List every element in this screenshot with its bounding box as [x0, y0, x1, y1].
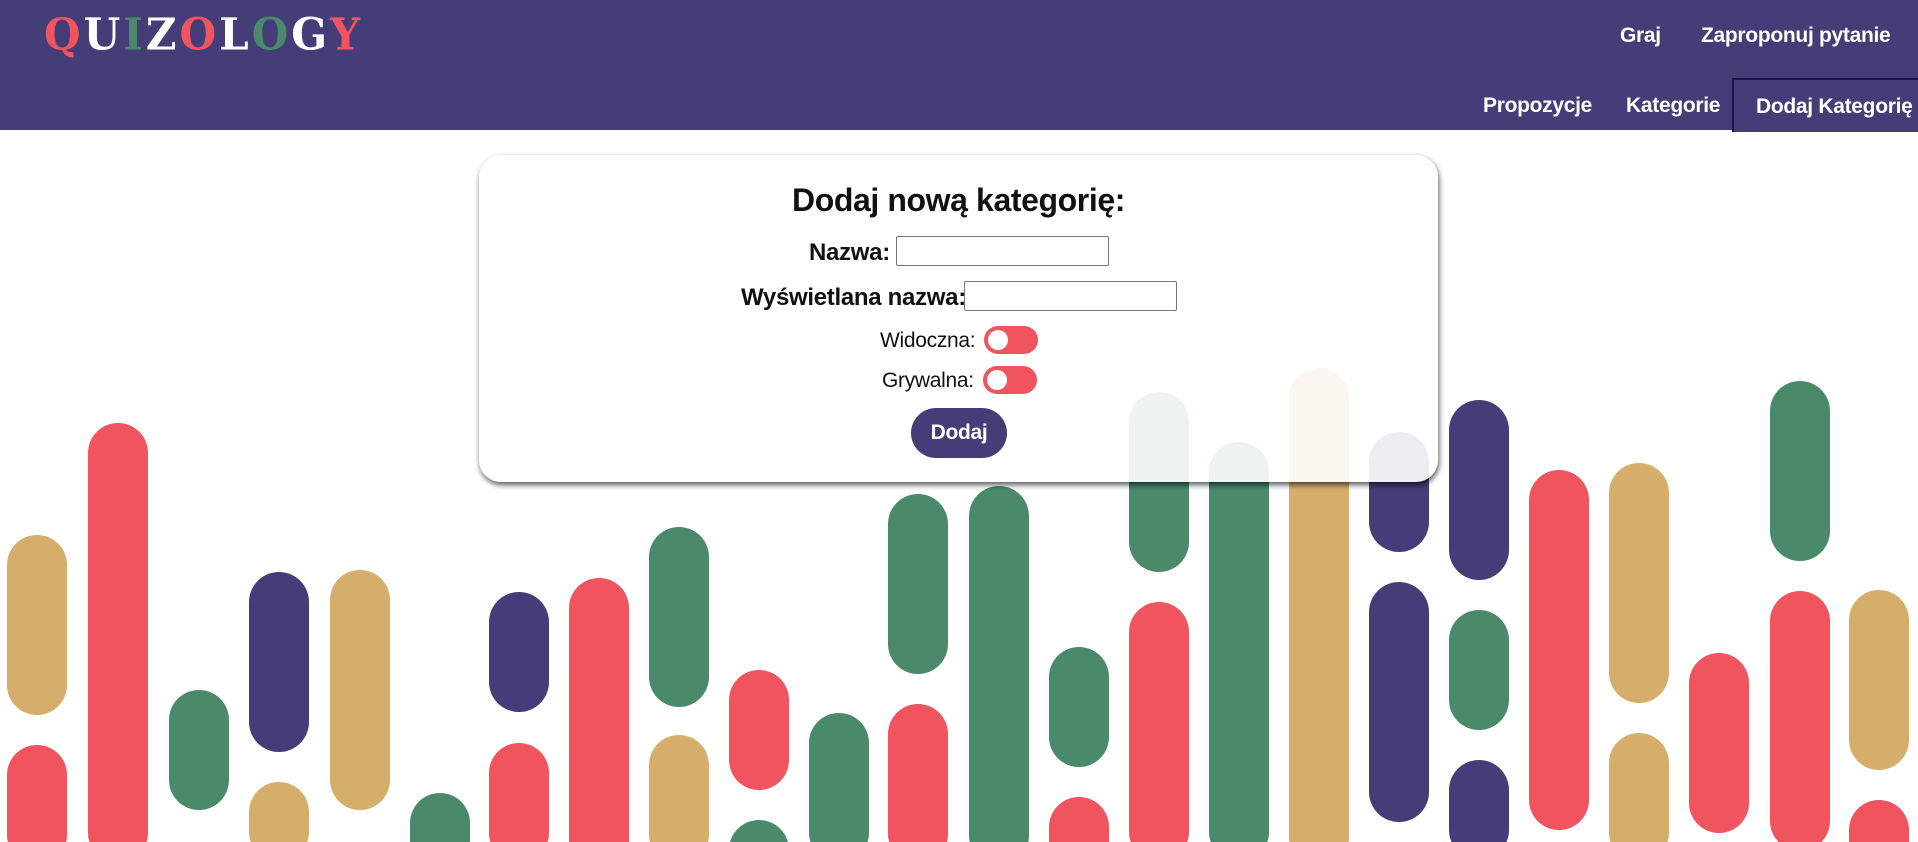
name-label: Nazwa:	[809, 239, 890, 266]
display-name-input[interactable]	[964, 281, 1177, 311]
decorative-bar	[1449, 400, 1509, 580]
decorative-bar	[1449, 760, 1509, 842]
decorative-bar	[1609, 463, 1669, 703]
decorative-bar	[1849, 800, 1909, 842]
decorative-bar	[809, 713, 869, 842]
nav-add-category[interactable]: Dodaj Kategorię	[1732, 78, 1918, 132]
nav-graj[interactable]: Graj	[1620, 23, 1661, 49]
form-title: Dodaj nową kategorię:	[792, 182, 1125, 218]
top-navbar: QUIZOLOGY Graj Zaproponuj pytanie Propoz…	[0, 0, 1918, 132]
decorative-bar	[489, 592, 549, 712]
decorative-bar	[730, 820, 788, 842]
decorative-bar	[1770, 381, 1830, 561]
decorative-bar	[649, 527, 709, 707]
add-button[interactable]: Dodaj	[911, 408, 1007, 458]
decorative-bar	[1449, 610, 1509, 730]
decorative-bar	[1849, 590, 1909, 770]
decorative-bar	[1049, 797, 1109, 842]
decorative-bar	[1609, 733, 1669, 842]
decorative-bar	[410, 793, 470, 842]
visible-toggle-knob	[988, 330, 1008, 350]
decorative-bar	[569, 578, 629, 842]
add-category-form: Dodaj nową kategorię: Nazwa: Wyświetlana…	[479, 155, 1438, 482]
decorative-bar	[1529, 470, 1589, 830]
nav-proposals[interactable]: Propozycje	[1483, 93, 1592, 119]
visible-label: Widoczna:	[880, 329, 976, 352]
playable-label: Grywalna:	[882, 369, 974, 392]
display-name-label: Wyświetlana nazwa:	[741, 284, 966, 311]
decorative-bar	[1689, 653, 1749, 833]
decorative-bar	[888, 704, 948, 842]
decorative-bar	[1770, 591, 1830, 842]
decorative-bar	[1049, 647, 1109, 767]
logo-letter: Z	[145, 8, 178, 61]
name-input[interactable]	[896, 236, 1109, 266]
logo-letter: O	[179, 8, 218, 61]
decorative-bar	[1209, 442, 1269, 842]
decorative-bar	[489, 743, 549, 842]
decorative-bar	[249, 572, 309, 752]
logo-letter: L	[219, 8, 250, 61]
logo-letter: Q	[44, 8, 82, 61]
playable-toggle-knob	[987, 370, 1007, 390]
decorative-bar	[729, 670, 789, 790]
decorative-bar	[88, 423, 148, 842]
nav-add-category-label: Dodaj Kategorię	[1756, 95, 1913, 118]
decorative-bar	[888, 494, 948, 674]
logo-letter: G	[291, 8, 329, 61]
nav-categories[interactable]: Kategorie	[1626, 93, 1720, 119]
logo-letter: I	[123, 8, 144, 61]
decorative-bar	[330, 570, 390, 810]
decorative-bar	[969, 486, 1029, 842]
decorative-bar	[169, 690, 229, 810]
logo-letter: Y	[330, 8, 362, 61]
logo-letter: O	[251, 8, 290, 61]
nav-propose-question[interactable]: Zaproponuj pytanie	[1701, 23, 1891, 49]
decorative-bar	[7, 535, 67, 715]
decorative-bar	[7, 745, 67, 842]
decorative-bar	[649, 735, 709, 842]
decorative-bar	[1129, 602, 1189, 842]
quizology-logo[interactable]: QUIZOLOGY	[44, 8, 363, 61]
decorative-bar	[249, 782, 309, 842]
decorative-bar	[1369, 582, 1429, 822]
logo-letter: U	[83, 8, 122, 61]
visible-toggle[interactable]	[984, 326, 1038, 354]
playable-toggle[interactable]	[983, 366, 1037, 394]
